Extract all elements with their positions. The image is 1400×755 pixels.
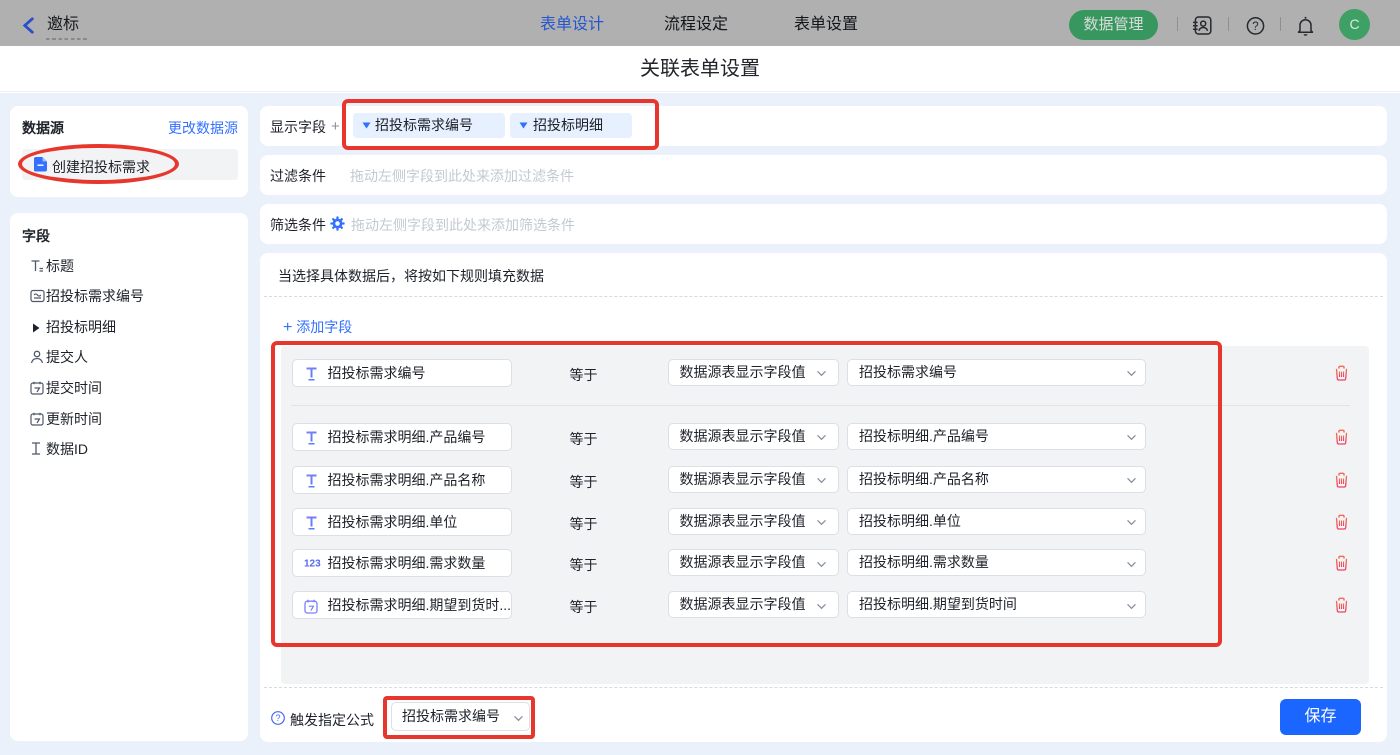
svg-text:?: ?: [1252, 21, 1258, 33]
svg-text:?: ?: [275, 713, 280, 723]
